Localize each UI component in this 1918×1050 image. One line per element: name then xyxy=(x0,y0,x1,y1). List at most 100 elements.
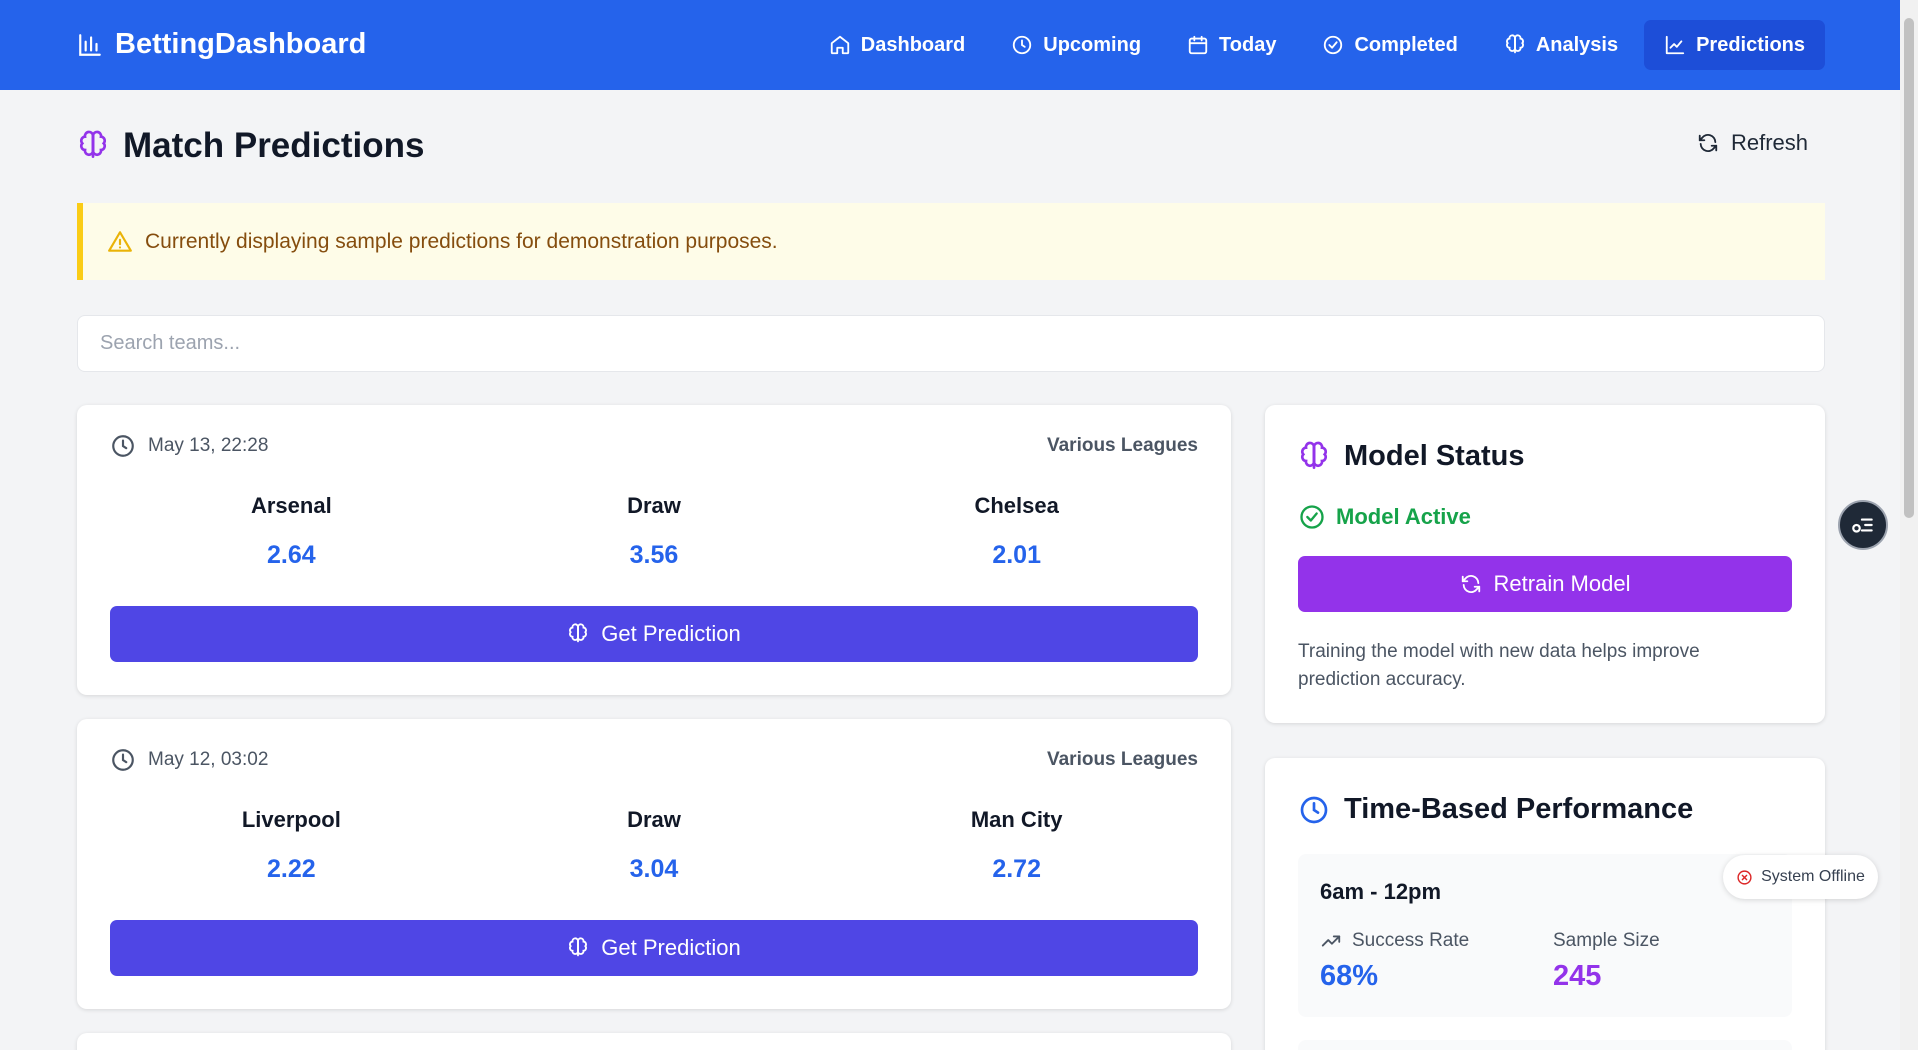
draw-odds: 3.04 xyxy=(629,855,679,883)
time-performance-title: Time-Based Performance xyxy=(1298,793,1693,826)
match-league: Various Leagues xyxy=(1046,749,1198,770)
nav-dashboard-label: Dashboard xyxy=(860,33,966,56)
model-active-badge: Model Active xyxy=(1298,503,1471,531)
sample-size-metric: Sample Size 245 xyxy=(1553,930,1660,993)
scrollbar-thumb[interactable] xyxy=(1904,18,1914,518)
success-rate-label: Success Rate xyxy=(1352,930,1470,951)
draw-label: Draw xyxy=(627,807,681,832)
time-performance-card: Time-Based Performance 6am - 12pm Succes… xyxy=(1265,758,1825,1050)
get-prediction-label: Get Prediction xyxy=(601,935,741,960)
away-team-name: Chelsea xyxy=(974,493,1059,518)
model-active-text: Model Active xyxy=(1336,504,1471,529)
page-scrollbar[interactable] xyxy=(1900,0,1918,1050)
away-team-col: Man City 2.72 xyxy=(835,807,1198,884)
bar-chart-icon xyxy=(79,33,101,56)
home-team-col: Arsenal 2.64 xyxy=(110,493,473,570)
performance-period: 6am - 12pm xyxy=(1320,879,1442,904)
performance-block xyxy=(1298,1040,1792,1050)
line-chart-icon xyxy=(1665,35,1685,55)
draw-col: Draw 3.56 xyxy=(473,493,836,570)
check-circle-icon xyxy=(1300,505,1324,529)
away-odds: 2.01 xyxy=(992,541,1041,569)
refresh-button[interactable]: Refresh xyxy=(1697,130,1808,156)
away-odds: 2.72 xyxy=(992,855,1041,883)
clock-icon xyxy=(1013,35,1032,55)
match-time: May 13, 22:28 xyxy=(110,433,268,459)
clock-icon xyxy=(1300,796,1328,823)
trending-up-icon xyxy=(1321,935,1341,947)
brain-icon xyxy=(1505,34,1524,54)
home-team-name: Arsenal xyxy=(250,493,332,518)
nav-analysis-label: Analysis xyxy=(1535,33,1619,56)
nav-predictions[interactable]: Predictions xyxy=(1644,20,1825,70)
away-team-name: Man City xyxy=(970,807,1063,832)
brain-icon xyxy=(79,130,107,158)
nav-completed[interactable]: Completed xyxy=(1302,20,1477,70)
nav-completed-label: Completed xyxy=(1354,33,1458,56)
refresh-icon xyxy=(1698,134,1718,152)
page-title: Match Predictions xyxy=(77,126,424,166)
brand-name: BettingDashboard xyxy=(115,28,367,60)
brain-icon xyxy=(569,623,588,643)
away-team-col: Chelsea 2.01 xyxy=(835,493,1198,570)
main-nav: Dashboard Upcoming Today Completed Analy… xyxy=(809,20,1825,70)
get-prediction-label: Get Prediction xyxy=(601,621,741,646)
floating-menu-button[interactable] xyxy=(1838,500,1888,550)
brain-icon xyxy=(569,937,588,957)
home-odds: 2.64 xyxy=(266,541,316,569)
alert-text: Currently displaying sample predictions … xyxy=(145,229,778,253)
home-odds: 2.22 xyxy=(266,855,316,883)
draw-col: Draw 3.04 xyxy=(473,807,836,884)
check-circle-icon xyxy=(1324,35,1343,55)
home-team-col: Liverpool 2.22 xyxy=(110,807,473,884)
sample-size-value: 245 xyxy=(1553,960,1602,992)
model-status-title-text: Model Status xyxy=(1344,440,1525,472)
model-description: Training the model with new data helps i… xyxy=(1298,641,1700,690)
nav-upcoming[interactable]: Upcoming xyxy=(991,20,1161,70)
menu-toggle-icon xyxy=(1852,518,1873,533)
model-status-title: Model Status xyxy=(1298,440,1524,473)
refresh-label: Refresh xyxy=(1730,130,1808,155)
page-title-text: Match Predictions xyxy=(123,126,425,165)
match-time-text: May 13, 22:28 xyxy=(148,435,269,456)
match-time-text: May 12, 03:02 xyxy=(148,749,269,770)
match-league: Various Leagues xyxy=(1046,435,1198,456)
home-icon xyxy=(830,35,849,55)
nav-predictions-label: Predictions xyxy=(1696,33,1805,56)
success-rate-value: 68% xyxy=(1320,960,1379,992)
nav-upcoming-label: Upcoming xyxy=(1043,33,1142,56)
clock-icon xyxy=(112,435,134,457)
match-time: May 12, 03:02 xyxy=(110,747,268,773)
search-input[interactable] xyxy=(77,315,1825,372)
nav-today-label: Today xyxy=(1219,33,1277,56)
sample-size-label: Sample Size xyxy=(1553,930,1660,951)
match-card xyxy=(77,1033,1231,1050)
top-navbar: BettingDashboard Dashboard Upcoming Toda… xyxy=(0,0,1900,90)
get-prediction-button[interactable]: Get Prediction xyxy=(110,606,1198,662)
brain-icon xyxy=(1300,441,1328,469)
system-status-text: System Offline xyxy=(1761,868,1865,885)
refresh-icon xyxy=(1461,575,1480,593)
success-rate-metric: Success Rate 68% xyxy=(1320,930,1469,993)
x-circle-icon xyxy=(1737,869,1752,885)
nav-analysis[interactable]: Analysis xyxy=(1484,20,1638,70)
get-prediction-button[interactable]: Get Prediction xyxy=(110,920,1198,976)
match-card: May 13, 22:28 Various Leagues Arsenal 2.… xyxy=(77,405,1231,695)
draw-odds: 3.56 xyxy=(629,541,679,569)
time-performance-title-text: Time-Based Performance xyxy=(1344,793,1694,825)
nav-dashboard[interactable]: Dashboard xyxy=(809,20,985,70)
clock-icon xyxy=(112,749,134,771)
system-status-badge[interactable]: System Offline xyxy=(1723,855,1878,899)
draw-label: Draw xyxy=(627,493,681,518)
home-team-name: Liverpool xyxy=(241,807,341,832)
demo-alert: Currently displaying sample predictions … xyxy=(77,203,1825,280)
retrain-model-button[interactable]: Retrain Model xyxy=(1298,556,1792,612)
brand-logo[interactable]: BettingDashboard xyxy=(77,28,366,61)
nav-today[interactable]: Today xyxy=(1167,20,1296,70)
model-status-card: Model Status Model Active Retrain Model … xyxy=(1265,405,1825,723)
calendar-icon xyxy=(1188,35,1208,55)
match-card: May 12, 03:02 Various Leagues Liverpool … xyxy=(77,719,1231,1009)
performance-block: 6am - 12pm Success Rate 68% Sample Size … xyxy=(1298,854,1792,1017)
retrain-model-label: Retrain Model xyxy=(1493,571,1631,596)
warning-icon xyxy=(108,230,132,252)
